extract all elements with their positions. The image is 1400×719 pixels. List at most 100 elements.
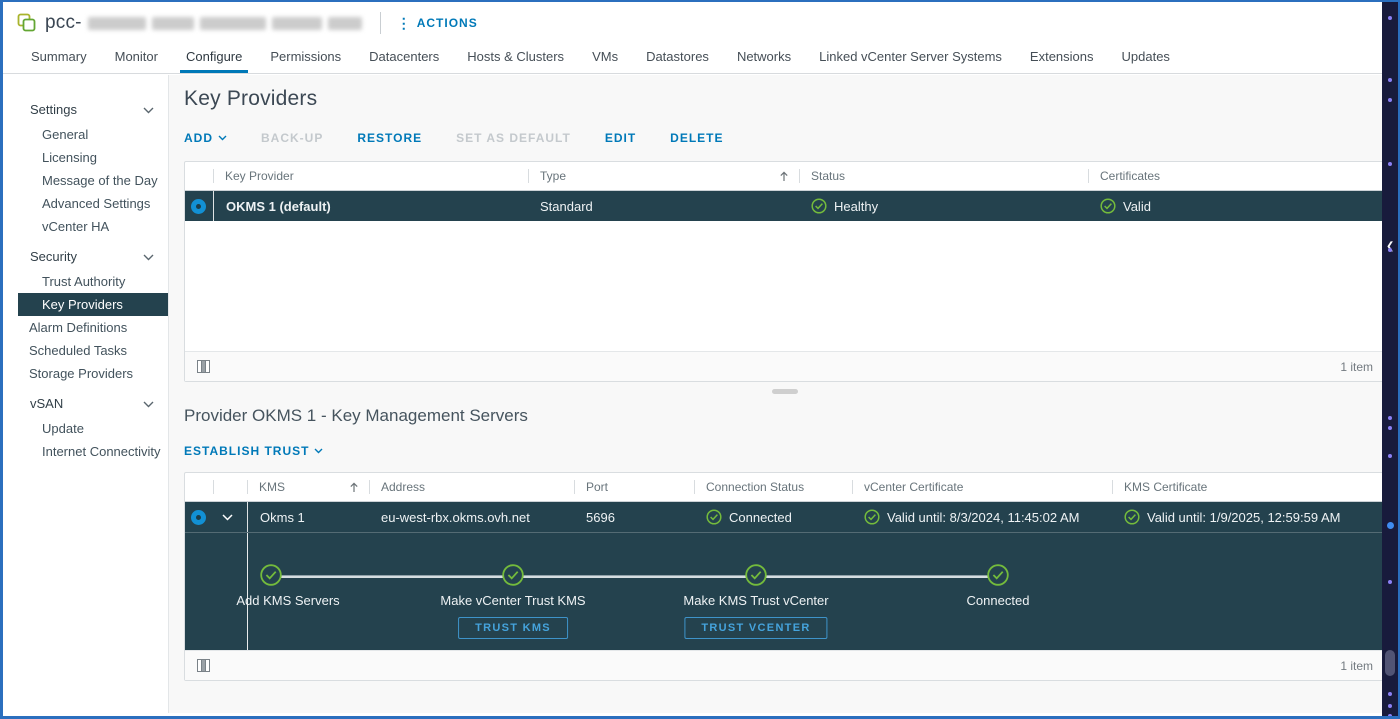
sidebar-item-vcenter-ha[interactable]: vCenter HA xyxy=(6,215,168,238)
column-header-certificates[interactable]: Certificates xyxy=(1088,162,1385,190)
sidebar-item-advanced-settings[interactable]: Advanced Settings xyxy=(6,192,168,215)
sort-ascending-icon[interactable] xyxy=(779,171,789,182)
sidebar-item-licensing[interactable]: Licensing xyxy=(6,146,168,169)
edge-strip-dot xyxy=(1388,714,1392,718)
actions-menu-button[interactable]: ⋮ ACTIONS xyxy=(397,16,478,30)
edge-strip-dot xyxy=(1388,580,1392,584)
panel-resize-handle[interactable] xyxy=(772,389,798,394)
tab-summary[interactable]: Summary xyxy=(17,49,101,73)
delete-button[interactable]: DELETE xyxy=(670,131,723,145)
sidebar-group-security[interactable]: Security xyxy=(6,244,168,270)
vsphere-client-window: pcc- ⋮ ACTIONS Summary Monitor Configure… xyxy=(0,0,1400,719)
sidebar-item-alarm-definitions[interactable]: Alarm Definitions xyxy=(6,316,168,339)
tab-datacenters[interactable]: Datacenters xyxy=(355,49,453,73)
trust-kms-button[interactable]: TRUST KMS xyxy=(458,617,568,639)
key-provider-name-cell: OKMS 1 (default) xyxy=(213,191,528,221)
sidebar-item-internet-connectivity[interactable]: Internet Connectivity xyxy=(6,440,168,463)
radio-selected-icon[interactable] xyxy=(191,199,206,214)
tab-datastores[interactable]: Datastores xyxy=(632,49,723,73)
key-providers-table: Key Provider Type Status Certificates OK… xyxy=(184,161,1386,382)
radio-column-header xyxy=(185,473,213,501)
tab-vms[interactable]: VMs xyxy=(578,49,632,73)
tab-monitor[interactable]: Monitor xyxy=(101,49,172,73)
edge-strip-dot xyxy=(1388,162,1392,166)
table-row-okms1[interactable]: OKMS 1 (default) Standard Healthy Valid xyxy=(185,191,1385,221)
kms-name-cell: Okms 1 xyxy=(247,502,369,532)
radio-selected-icon[interactable] xyxy=(191,510,206,525)
establish-trust-button[interactable]: ESTABLISH TRUST xyxy=(184,444,323,458)
sidebar-item-update[interactable]: Update xyxy=(6,417,168,440)
column-header-port[interactable]: Port xyxy=(574,473,694,501)
step-label-make-vcenter-trust-kms: Make vCenter Trust KMS xyxy=(398,593,628,608)
item-count: 1 item xyxy=(1340,659,1373,673)
column-header-key-provider[interactable]: Key Provider xyxy=(213,162,528,190)
row-expand-cell xyxy=(213,502,247,532)
edge-strip-dot xyxy=(1388,426,1392,430)
panel-divider xyxy=(184,384,1386,396)
sidebar-item-scheduled-tasks[interactable]: Scheduled Tasks xyxy=(6,339,168,362)
key-providers-title: Key Providers xyxy=(184,87,1386,111)
table-row-okms1-kms[interactable]: Okms 1 eu-west-rbx.okms.ovh.net 5696 Con… xyxy=(185,502,1385,532)
add-button[interactable]: ADD xyxy=(184,131,227,145)
step-check-circle-icon xyxy=(260,564,282,586)
expand-column-header xyxy=(213,473,247,501)
vcenter-icon xyxy=(17,13,37,33)
main-content: Key Providers ADD BACK-UP RESTORE SET AS… xyxy=(169,75,1396,713)
tab-configure[interactable]: Configure xyxy=(172,49,256,73)
trust-vcenter-button[interactable]: TRUST VCENTER xyxy=(684,617,827,639)
edge-strip-dot xyxy=(1388,16,1392,20)
edge-strip-dot xyxy=(1388,416,1392,420)
set-as-default-button[interactable]: SET AS DEFAULT xyxy=(456,131,571,145)
column-header-kms[interactable]: KMS xyxy=(247,473,369,501)
check-circle-icon xyxy=(864,509,880,525)
sidebar-item-key-providers[interactable]: Key Providers xyxy=(18,293,168,316)
chevron-down-icon xyxy=(143,401,154,408)
sidebar-item-trust-authority[interactable]: Trust Authority xyxy=(6,270,168,293)
chevron-down-icon xyxy=(143,254,154,261)
tab-updates[interactable]: Updates xyxy=(1108,49,1184,73)
backup-button[interactable]: BACK-UP xyxy=(261,131,323,145)
chevron-down-icon xyxy=(218,135,227,141)
kms-address-cell: eu-west-rbx.okms.ovh.net xyxy=(369,502,574,532)
tab-hosts-clusters[interactable]: Hosts & Clusters xyxy=(453,49,578,73)
table-footer: 1 item xyxy=(185,650,1385,680)
page-title: pcc- xyxy=(45,12,82,34)
redacted-title-text xyxy=(88,17,362,30)
key-provider-certificates-cell: Valid xyxy=(1088,191,1385,221)
kms-connection-status-cell: Connected xyxy=(694,502,852,532)
browser-edge-strip: ❮ xyxy=(1382,2,1398,719)
edge-strip-dot xyxy=(1388,692,1392,696)
tab-linked-vcenter[interactable]: Linked vCenter Server Systems xyxy=(805,49,1016,73)
sidebar-item-storage-providers[interactable]: Storage Providers xyxy=(6,362,168,385)
column-header-status[interactable]: Status xyxy=(799,162,1088,190)
step-check-circle-icon xyxy=(987,564,1009,586)
column-header-address[interactable]: Address xyxy=(369,473,574,501)
edit-button[interactable]: EDIT xyxy=(605,131,636,145)
column-header-connection-status[interactable]: Connection Status xyxy=(694,473,852,501)
sidebar-item-message-of-the-day[interactable]: Message of the Day xyxy=(6,169,168,192)
kms-toolbar: ESTABLISH TRUST xyxy=(184,444,1386,458)
tab-permissions[interactable]: Permissions xyxy=(256,49,355,73)
table-empty-area xyxy=(185,221,1385,351)
tab-extensions[interactable]: Extensions xyxy=(1016,49,1108,73)
collapse-chevron-icon[interactable] xyxy=(222,514,233,521)
row-radio-cell xyxy=(185,502,213,532)
restore-button[interactable]: RESTORE xyxy=(357,131,422,145)
column-header-type[interactable]: Type xyxy=(528,162,799,190)
kms-certificate-cell: Valid until: 1/9/2025, 12:59:59 AM xyxy=(1112,502,1385,532)
sidebar-item-general[interactable]: General xyxy=(6,123,168,146)
column-settings-icon[interactable] xyxy=(197,659,210,672)
tab-networks[interactable]: Networks xyxy=(723,49,805,73)
column-settings-icon[interactable] xyxy=(197,360,210,373)
check-circle-icon xyxy=(706,509,722,525)
column-header-kms-certificate[interactable]: KMS Certificate xyxy=(1112,473,1385,501)
vcenter-certificate-cell: Valid until: 8/3/2024, 11:45:02 AM xyxy=(852,502,1112,532)
edge-strip-scroll-thumb[interactable] xyxy=(1385,650,1395,676)
edge-strip-dot xyxy=(1388,248,1392,252)
sort-ascending-icon[interactable] xyxy=(349,482,359,493)
sidebar-group-vsan[interactable]: vSAN xyxy=(6,391,168,417)
tab-bar: Summary Monitor Configure Permissions Da… xyxy=(3,44,1398,74)
column-header-vcenter-certificate[interactable]: vCenter Certificate xyxy=(852,473,1112,501)
sidebar-group-settings[interactable]: Settings xyxy=(6,97,168,123)
kms-row-expanded-detail: Add KMS Servers Make vCenter Trust KMS M… xyxy=(185,532,1385,650)
